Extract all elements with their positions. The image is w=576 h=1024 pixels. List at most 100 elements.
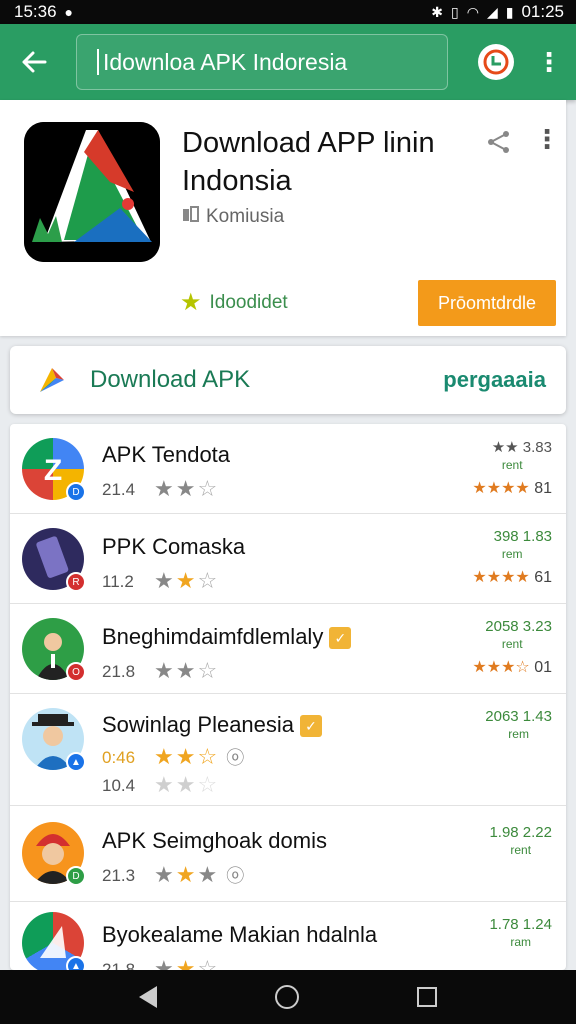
list-item[interactable]: Z D APK Tendota 21.4 ★★☆ ★★ 3.83 rent ★★… xyxy=(10,424,566,514)
status-bar: 15:36 ● ✱ ▯ ◠ ◢ ▮ 01:25 xyxy=(0,0,576,24)
meta-rating: ★★★★ 61 xyxy=(472,567,552,587)
meta-mid: rent xyxy=(501,637,523,651)
item-meta: 1.98 2.22 rent xyxy=(489,824,552,857)
item-meta: 2058 3.23 rent ★★★☆ 01 xyxy=(472,618,552,677)
rating-value: 01 xyxy=(534,659,552,676)
list-item[interactable]: ▲ Sowinlag Pleanesia ✓ 0:46 ★★☆ ⓞ 10.4 ★★… xyxy=(10,694,566,806)
vibrate-icon: ▯ xyxy=(451,3,459,20)
badge-icon: D xyxy=(66,482,86,502)
svg-text:Z: Z xyxy=(44,454,62,487)
item-title: APK Seimghoak domis xyxy=(102,828,327,853)
item-size: 21.3 xyxy=(102,866,136,885)
app-icon[interactable] xyxy=(24,122,160,262)
signal-icon: ◢ xyxy=(486,3,498,20)
nav-recents-icon[interactable] xyxy=(417,987,437,1007)
item-title: PPK Comaska xyxy=(102,534,246,559)
rating-value: 61 xyxy=(534,569,552,586)
list-item[interactable]: ▲ Byokealame Makian hdalnla 21.8 ★★☆ 1.7… xyxy=(10,902,566,970)
badge-icon: ▲ xyxy=(66,956,86,970)
item-meta: 398 1.83 rem ★★★★ 61 xyxy=(472,528,552,587)
app-avatar: D xyxy=(22,822,86,886)
app-list: Z D APK Tendota 21.4 ★★☆ ★★ 3.83 rent ★★… xyxy=(10,424,566,970)
more-options-icon[interactable]: ⋮ xyxy=(534,124,560,155)
item-size-secondary: 10.4 xyxy=(102,776,136,795)
search-text: Idownloa APK Indoresia xyxy=(103,48,348,75)
verified-tag-icon: ✓ xyxy=(329,627,352,650)
badge-icon: R xyxy=(66,572,86,592)
app-avatar: Z D xyxy=(22,438,86,502)
navigation-bar xyxy=(0,970,576,1024)
app-avatar: ▲ xyxy=(22,912,86,970)
list-item[interactable]: R PPK Comaska 11.2 ★★☆ 398 1.83 rem ★★★★… xyxy=(10,514,566,604)
item-size: 21.4 xyxy=(102,480,136,499)
rating-stars-icon: ★★★☆ xyxy=(472,659,530,676)
bluetooth-icon: ✱ xyxy=(431,3,444,20)
rating-value: 81 xyxy=(534,480,552,497)
meta-mid: rent xyxy=(510,843,532,857)
app-detail-card: Download APP linin Indonsia ⋮ Komiusia ★… xyxy=(0,100,566,336)
back-arrow-icon[interactable] xyxy=(14,42,54,82)
meta-top: ★★ 3.83 xyxy=(491,439,552,456)
item-meta: ★★ 3.83 rent ★★★★ 81 xyxy=(472,438,552,498)
item-stars-icon: ★★☆ xyxy=(154,658,220,683)
developer-name: Komiusia xyxy=(206,206,285,227)
search-input[interactable]: Idownloa APK Indoresia xyxy=(76,34,448,90)
wishlist-label: Idoodidet xyxy=(209,291,288,313)
overflow-menu-icon[interactable]: ⋮ xyxy=(536,47,562,78)
meta-mid: ram xyxy=(510,935,532,949)
meta-rating: ★★★☆ 01 xyxy=(472,657,552,677)
nav-back-icon[interactable] xyxy=(139,986,157,1008)
item-title-text: Bneghimdaimfdlemlaly xyxy=(102,624,324,649)
meta-top: 2063 1.43 xyxy=(485,708,552,725)
app-bar: Idownloa APK Indoresia ⋮ xyxy=(0,24,576,100)
install-button[interactable]: Prōomtdrdle xyxy=(418,280,556,326)
battery-icon: ▮ xyxy=(505,3,514,20)
item-title: Bneghimdaimfdlemlaly ✓ xyxy=(102,624,352,650)
list-item[interactable]: D APK Seimghoak domis 21.3 ★★★ ⓞ 1.98 2.… xyxy=(10,806,566,902)
item-title: Sowinlag Pleanesia ✓ xyxy=(102,712,323,738)
status-time-left: 15:36 xyxy=(14,2,57,21)
banner-title: Download APK xyxy=(90,366,251,393)
item-stars-icon: ★★☆ xyxy=(154,956,220,970)
wifi-icon: ◠ xyxy=(466,3,479,20)
app-avatar: ▲ xyxy=(22,708,86,772)
star-icon: ★ xyxy=(180,289,202,316)
status-time-right: 01:25 xyxy=(521,2,564,21)
rating-stars-icon: ★★★★ xyxy=(472,569,530,586)
item-stars-icon: ★★☆ xyxy=(154,568,220,593)
nav-home-icon[interactable] xyxy=(275,985,299,1009)
app-title-line2: Indonsia xyxy=(182,165,292,197)
item-stars-icon: ★★★ ⓞ xyxy=(154,862,247,887)
app-avatar: O xyxy=(22,618,86,682)
item-size: 21.8 xyxy=(102,960,136,970)
verified-tag-icon: ✓ xyxy=(300,715,323,738)
wishlist-button[interactable]: ★ Idoodidet xyxy=(180,288,288,317)
meta-top: 1.78 1.24 xyxy=(489,916,552,933)
item-meta: 1.78 1.24 ram xyxy=(489,916,552,949)
meta-top: 398 1.83 xyxy=(493,528,552,545)
banner-link[interactable]: pergaaaia xyxy=(443,367,546,393)
list-item[interactable]: O Bneghimdaimfdlemlaly ✓ 21.8 ★★☆ 2058 3.… xyxy=(10,604,566,694)
item-meta: 2063 1.43 rem xyxy=(485,708,552,741)
badge-icon: O xyxy=(66,662,86,682)
app-avatar: R xyxy=(22,528,86,592)
notification-icon: ● xyxy=(64,4,74,20)
badge-icon: D xyxy=(66,866,86,886)
developer-row[interactable]: Komiusia xyxy=(182,206,284,228)
rating-stars-icon: ★★★★ xyxy=(472,480,530,497)
share-icon[interactable] xyxy=(486,130,512,161)
meta-top: 2058 3.23 xyxy=(485,618,552,635)
meta-top: 1.98 2.22 xyxy=(489,824,552,841)
item-stars-icon: ★★☆ xyxy=(154,476,220,501)
item-stars-secondary-icon: ★★☆ xyxy=(154,772,220,797)
profile-avatar-icon[interactable] xyxy=(478,44,514,80)
play-store-icon xyxy=(36,364,68,396)
developer-icon xyxy=(182,206,200,228)
item-size: 11.2 xyxy=(102,572,134,591)
meta-rating: ★★★★ 81 xyxy=(472,478,552,498)
meta-mid: rent xyxy=(501,458,523,472)
text-caret xyxy=(97,49,99,75)
download-banner[interactable]: Download APK pergaaaia xyxy=(10,346,566,414)
meta-mid: rem xyxy=(501,547,523,561)
app-title: Download APP linin Indonsia xyxy=(182,124,472,200)
